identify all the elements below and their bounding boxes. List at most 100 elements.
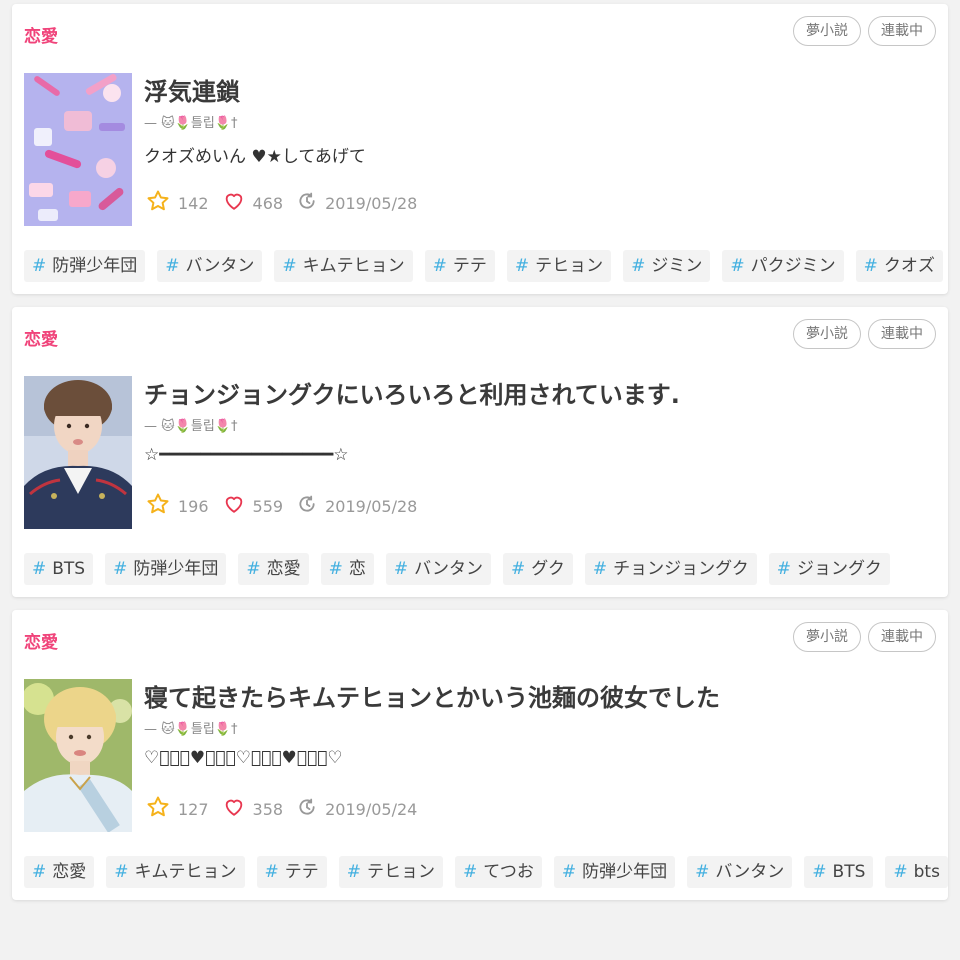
tag-item[interactable]: # 防弾少年団 — [24, 250, 146, 282]
story-title[interactable]: チョンジョングクにいろいろと利用されています. — [144, 375, 680, 410]
hash-icon: # — [32, 256, 47, 276]
tag-item[interactable]: # テヒョン — [338, 856, 443, 888]
date-stat: 2019/05/28 — [297, 494, 417, 518]
likes-count: 468 — [252, 193, 284, 213]
tag-item[interactable]: # テテ — [256, 856, 327, 888]
badge-type: 夢小説 — [793, 319, 861, 349]
heart-icon — [223, 190, 253, 216]
story-card[interactable]: 恋愛 夢小説 連載中 浮気連鎖 — 🐱🌷틀립🌷† クオズめいん ♥★してあげて — [12, 4, 948, 294]
tag-label: テヒョン — [535, 256, 604, 276]
author-name[interactable]: — 🐱🌷틀립🌷† — [144, 112, 237, 131]
tag-item[interactable]: # バンタン — [687, 856, 793, 888]
tag-item[interactable]: # チョンジョングク — [584, 553, 757, 585]
stars-count: 142 — [178, 193, 209, 213]
tag-item[interactable]: # パクジミン — [722, 250, 844, 282]
hash-icon: # — [113, 559, 128, 579]
tag-item[interactable]: # bts — [885, 856, 948, 888]
hash-icon: # — [346, 862, 361, 882]
story-stats: 142 468 2019/05/28 — [146, 189, 431, 217]
tag-label: バンタン — [414, 559, 483, 579]
author-name[interactable]: — 🐱🌷틀립🌷† — [144, 415, 237, 434]
story-card[interactable]: 恋愛 夢小説 連載中 寝て起きたらキムテヒョンとかいう池麺の彼女でした — 🐱🌷… — [12, 610, 948, 900]
tag-label: テテ — [284, 862, 319, 882]
stars-count: 127 — [178, 799, 209, 819]
badge-status: 連載中 — [868, 16, 936, 46]
tag-item[interactable]: # クオズ — [855, 250, 943, 282]
tag-item[interactable]: # BTS — [804, 856, 874, 888]
badge-status: 連載中 — [868, 622, 936, 652]
likes-count: 358 — [252, 799, 284, 819]
story-title[interactable]: 寝て起きたらキムテヒョンとかいう池麺の彼女でした — [144, 678, 720, 713]
hash-icon: # — [510, 559, 526, 579]
tag-label: 恋愛 — [52, 862, 87, 882]
hash-icon: # — [282, 256, 297, 276]
tag-label: キムテヒョン — [134, 862, 237, 882]
genre-label[interactable]: 恋愛 — [24, 628, 58, 653]
story-stats: 196 559 2019/05/28 — [146, 492, 431, 520]
tag-item[interactable]: # テテ — [424, 250, 495, 282]
tag-item[interactable]: # グク — [502, 553, 573, 585]
stars-stat: 127 — [146, 795, 209, 823]
author-name[interactable]: — 🐱🌷틀립🌷† — [144, 718, 237, 737]
tag-label: 防弾少年団 — [582, 862, 668, 882]
tag-item[interactable]: # キムテヒョン — [274, 250, 413, 282]
hash-icon: # — [695, 862, 710, 882]
story-description: ☆━━━━━━━━━━━━━━━━━☆ — [144, 445, 349, 465]
hash-icon: # — [246, 559, 261, 579]
story-card[interactable]: 恋愛 夢小説 連載中 チョンジョングクにいろいろと利用されています. — 🐱🌷틀… — [12, 307, 948, 597]
tag-item[interactable]: # 恋愛 — [24, 856, 95, 888]
hash-icon: # — [776, 559, 792, 579]
story-thumbnail[interactable] — [24, 73, 132, 226]
tag-item[interactable]: # BTS — [24, 553, 94, 585]
tag-item[interactable]: # バンタン — [157, 250, 263, 282]
tag-item[interactable]: # ジョングク — [768, 553, 890, 585]
tag-item[interactable]: # バンタン — [385, 553, 491, 585]
genre-label[interactable]: 恋愛 — [24, 325, 58, 350]
story-thumbnail[interactable] — [24, 679, 132, 832]
clock-icon — [297, 797, 325, 821]
tag-item[interactable]: # テヒョン — [506, 250, 612, 282]
tag-item[interactable]: # ジミン — [623, 250, 711, 282]
tag-item[interactable]: # 恋愛 — [238, 553, 309, 585]
tag-label: グク — [531, 559, 565, 579]
tag-item[interactable]: # 恋 — [320, 553, 374, 585]
tag-label: チョンジョングク — [613, 559, 749, 579]
hash-icon: # — [32, 862, 47, 882]
hash-icon: # — [561, 862, 577, 882]
story-title[interactable]: 浮気連鎖 — [144, 72, 240, 107]
hash-icon: # — [893, 862, 908, 882]
clock-icon — [297, 191, 325, 215]
stars-stat: 142 — [146, 189, 209, 217]
tag-item[interactable]: # 防弾少年団 — [553, 856, 676, 888]
tag-item[interactable]: # 防弾少年団 — [105, 553, 227, 585]
date-stat: 2019/05/28 — [297, 191, 417, 215]
tag-list: # BTS # 防弾少年団 # 恋愛 # 恋 # バンタン # グク # チョンジョングク #… — [24, 553, 890, 585]
hash-icon: # — [328, 559, 343, 579]
tag-label: クオズ — [883, 256, 935, 276]
star-icon — [146, 492, 178, 520]
tag-label: バンタン — [715, 862, 785, 882]
hash-icon: # — [393, 559, 409, 579]
tag-label: テテ — [452, 256, 487, 276]
hash-icon: # — [863, 256, 878, 276]
tag-label: 恋 — [348, 559, 366, 579]
star-icon — [146, 795, 178, 823]
story-stats: 127 358 2019/05/24 — [146, 795, 431, 823]
tag-list: # 恋愛 # キムテヒョン # テテ # テヒョン # てつお # 防弾少年団 # バンタン … — [24, 856, 948, 888]
hash-icon: # — [432, 256, 447, 276]
likes-stat: 358 — [223, 796, 284, 822]
tag-label: バンタン — [185, 256, 255, 276]
tag-item[interactable]: # キムテヒョン — [106, 856, 245, 888]
genre-label[interactable]: 恋愛 — [24, 22, 58, 47]
story-thumbnail[interactable] — [24, 376, 132, 529]
tag-label: 防弾少年団 — [133, 559, 219, 579]
tag-label: 防弾少年団 — [52, 256, 138, 276]
heart-icon — [223, 493, 253, 519]
tag-item[interactable]: # てつお — [455, 856, 542, 888]
tag-label: ジョングク — [797, 559, 882, 579]
hash-icon: # — [264, 862, 279, 882]
tag-label: キムテヒョン — [302, 256, 405, 276]
badge-type: 夢小説 — [793, 16, 861, 46]
hash-icon: # — [631, 256, 646, 276]
badge-status: 連載中 — [868, 319, 936, 349]
